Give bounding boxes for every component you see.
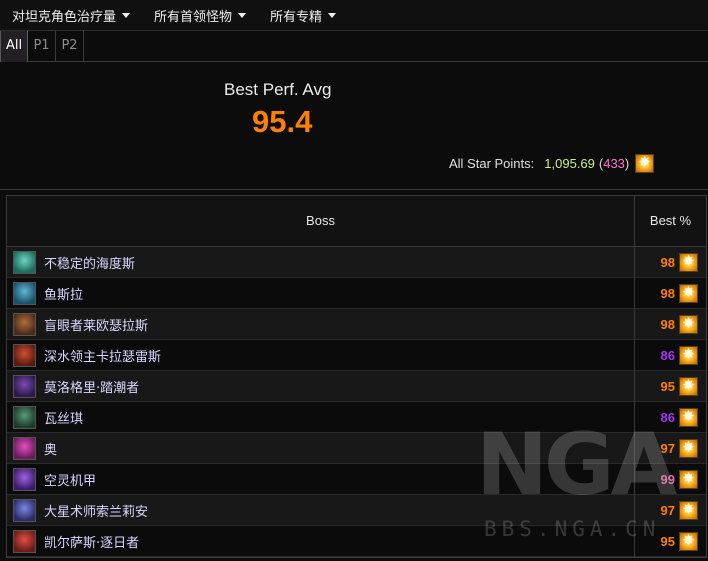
best-percent-value: 98 — [660, 285, 675, 301]
best-percent-value: 95 — [660, 378, 675, 394]
all-star-points-rank: 433 — [603, 156, 625, 171]
boss-avatar-icon — [13, 374, 36, 398]
close-paren: ) — [624, 156, 630, 171]
boss-name-link[interactable]: 不稳定的海度斯 — [44, 253, 634, 272]
star-burst-icon — [679, 531, 698, 551]
boss-name-link[interactable]: 空灵机甲 — [44, 470, 634, 489]
boss-name-link[interactable]: 盲眼者莱欧瑟拉斯 — [44, 315, 634, 334]
best-percent-value: 86 — [660, 347, 675, 363]
phase-tabs: All P1 P2 — [0, 31, 708, 62]
star-burst-icon — [679, 252, 698, 272]
menu-dropdown-1[interactable]: 对坦克角色治疗量 — [0, 6, 142, 25]
best-percent-value: 98 — [660, 254, 675, 270]
menu-dropdown-label: 所有专精 — [270, 9, 323, 25]
top-menu-bar: 对坦克角色治疗量 所有首领怪物 所有专精 — [0, 0, 708, 31]
boss-avatar-icon — [13, 436, 36, 460]
star-burst-icon — [679, 283, 698, 303]
best-percent-cell: 86 — [634, 339, 706, 371]
boss-avatar-icon — [13, 312, 36, 336]
boss-name-link[interactable]: 瓦丝琪 — [44, 408, 634, 427]
boss-avatar-icon — [13, 250, 36, 274]
caret-down-icon — [238, 12, 247, 18]
table-row: 大星术师索兰莉安 97 — [7, 494, 706, 526]
all-star-points: All Star Points: 1,095.69 (433) — [449, 153, 655, 173]
table-row: 凯尔萨斯·逐日者 95 — [7, 525, 706, 557]
best-percent-cell: 98 — [634, 277, 706, 309]
boss-avatar-icon — [13, 467, 36, 491]
star-burst-icon — [679, 407, 698, 427]
table-header: Boss Best % — [7, 196, 706, 247]
table-body: 不稳定的海度斯 98 鱼斯拉 98 盲眼者莱欧瑟拉斯 98 深水领主卡拉瑟雷斯 86 莫洛格里·… — [7, 246, 706, 557]
table-row: 盲眼者莱欧瑟拉斯 98 — [7, 308, 706, 340]
boss-name-link[interactable]: 深水领主卡拉瑟雷斯 — [44, 346, 634, 365]
caret-down-icon — [122, 12, 131, 18]
tab-all[interactable]: All — [0, 31, 28, 62]
best-percent-cell: 95 — [634, 525, 706, 557]
star-burst-icon — [679, 469, 698, 489]
best-percent-value: 97 — [660, 440, 675, 456]
all-star-points-value: 1,095.69 — [544, 156, 595, 171]
boss-avatar-icon — [13, 343, 36, 367]
best-percent-value: 99 — [660, 471, 675, 487]
best-percent-cell: 98 — [634, 308, 706, 340]
star-burst-icon — [635, 153, 655, 173]
table-row: 深水领主卡拉瑟雷斯 86 — [7, 339, 706, 371]
boss-name-link[interactable]: 莫洛格里·踏潮者 — [44, 377, 634, 396]
boss-name-link[interactable]: 鱼斯拉 — [44, 284, 634, 303]
star-burst-icon — [679, 314, 698, 334]
star-burst-icon — [679, 438, 698, 458]
boss-name-link[interactable]: 奥 — [44, 439, 634, 458]
boss-column-header[interactable]: Boss — [7, 196, 634, 246]
star-burst-icon — [679, 376, 698, 396]
tab-p2[interactable]: P2 — [56, 31, 84, 62]
best-perf-avg-label: Best Perf. Avg — [224, 80, 332, 99]
table-row: 奥 97 — [7, 432, 706, 464]
best-percent-column-header[interactable]: Best % — [634, 196, 706, 246]
boss-name-link[interactable]: 凯尔萨斯·逐日者 — [44, 532, 634, 551]
tab-p1[interactable]: P1 — [28, 31, 56, 62]
boss-name-link[interactable]: 大星术师索兰莉安 — [44, 501, 634, 520]
best-percent-value: 97 — [660, 502, 675, 518]
table-row: 不稳定的海度斯 98 — [7, 246, 706, 278]
table-row: 鱼斯拉 98 — [7, 277, 706, 309]
best-percent-cell: 97 — [634, 432, 706, 464]
best-percent-cell: 98 — [634, 246, 706, 278]
best-percent-value: 86 — [660, 409, 675, 425]
best-percent-value: 95 — [660, 533, 675, 549]
best-percent-value: 98 — [660, 316, 675, 332]
best-percent-cell: 95 — [634, 370, 706, 402]
boss-avatar-icon — [13, 498, 36, 522]
table-row: 空灵机甲 99 — [7, 463, 706, 495]
table-row: 莫洛格里·踏潮者 95 — [7, 370, 706, 402]
all-star-points-label: All Star Points: — [449, 156, 535, 171]
menu-dropdown-3[interactable]: 所有专精 — [258, 6, 348, 25]
menu-dropdown-label: 所有首领怪物 — [154, 9, 233, 25]
best-perf-avg-value: 95.4 — [252, 104, 313, 139]
boss-avatar-icon — [13, 405, 36, 429]
summary-panel: Best Perf. Avg 95.4 All Star Points: 1,0… — [0, 62, 708, 190]
star-burst-icon — [679, 345, 698, 365]
table-row: 瓦丝琪 86 — [7, 401, 706, 433]
boss-avatar-icon — [13, 529, 36, 553]
menu-dropdown-2[interactable]: 所有首领怪物 — [142, 6, 258, 25]
star-burst-icon — [679, 500, 698, 520]
caret-down-icon — [328, 12, 337, 18]
boss-avatar-icon — [13, 281, 36, 305]
best-percent-cell: 86 — [634, 401, 706, 433]
best-percent-cell: 99 — [634, 463, 706, 495]
best-percent-cell: 97 — [634, 494, 706, 526]
boss-table: Boss Best % 不稳定的海度斯 98 鱼斯拉 98 盲眼者莱欧瑟拉斯 98 深水领主… — [6, 195, 707, 558]
menu-dropdown-label: 对坦克角色治疗量 — [12, 9, 117, 25]
